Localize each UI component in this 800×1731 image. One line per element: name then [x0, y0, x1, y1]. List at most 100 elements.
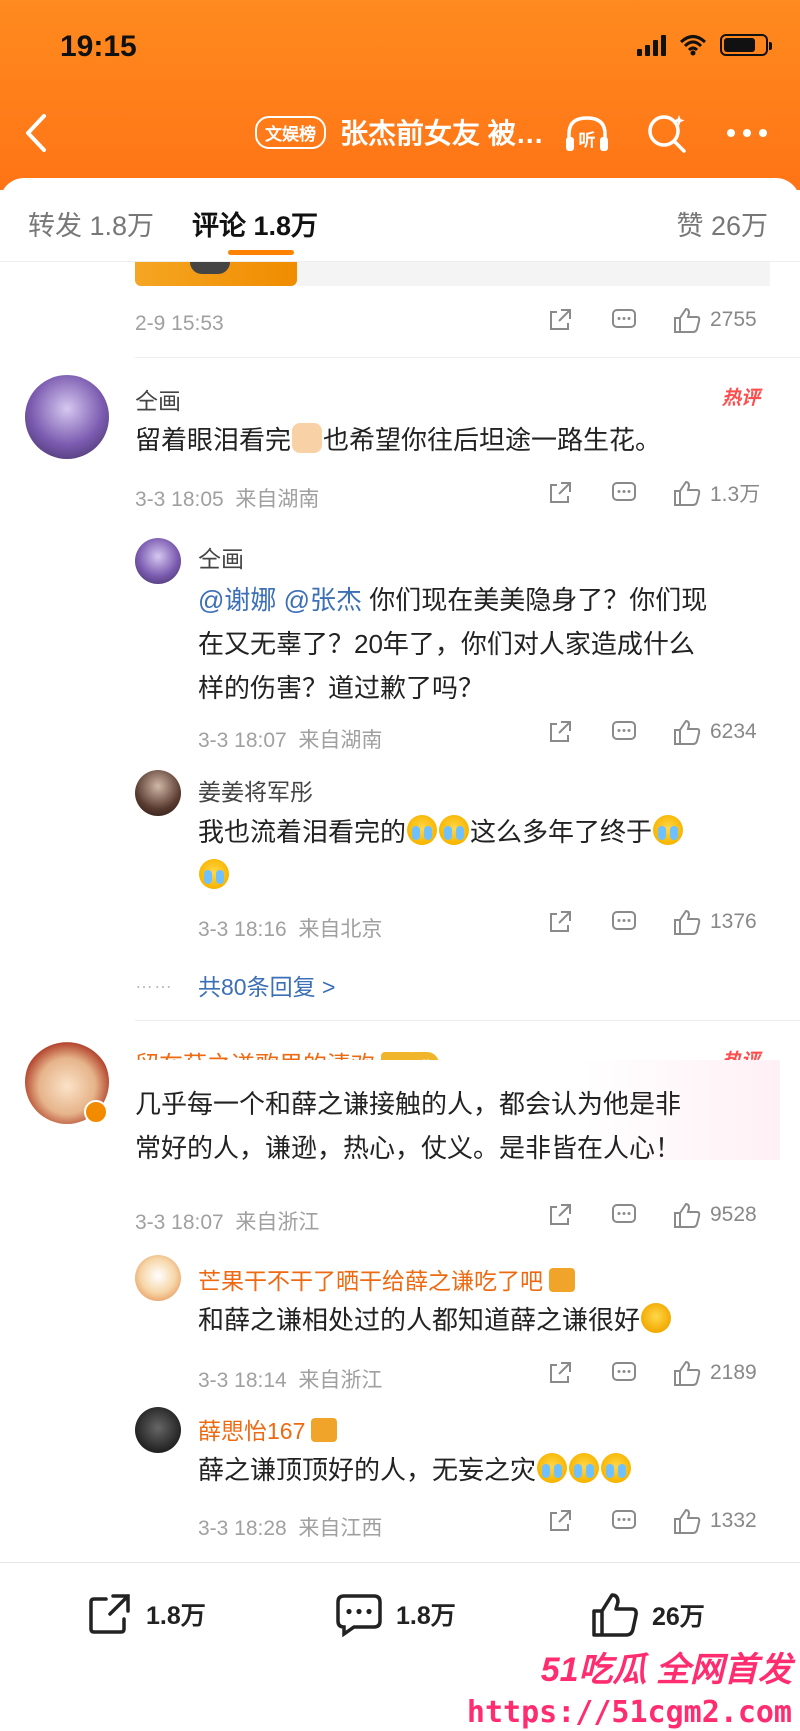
- like-button[interactable]: 6234: [672, 718, 757, 746]
- comment-icon[interactable]: [610, 479, 638, 507]
- bottom-forward-button[interactable]: 1.8万: [86, 1591, 206, 1637]
- status-icons: [637, 34, 772, 56]
- tab-comment[interactable]: 评论 1.8万: [192, 204, 318, 243]
- tab-like[interactable]: 赞 26万: [676, 204, 768, 243]
- crying-emoji-icon: [601, 1453, 632, 1483]
- reply-meta: 3-3 18:28 来自江西: [198, 1512, 382, 1542]
- thumbs-up-icon: [674, 1202, 701, 1228]
- reply-username[interactable]: 姜姜将军彤: [198, 773, 313, 807]
- like-button[interactable]: 1332: [672, 1507, 757, 1535]
- bottom-comment-count: 1.8万: [396, 1602, 456, 1630]
- mention-link[interactable]: @张杰: [284, 585, 362, 615]
- like-button[interactable]: 2189: [672, 1359, 757, 1387]
- more-replies-link[interactable]: 共80条回复 >: [198, 968, 335, 1002]
- headphones-icon: 听: [566, 116, 608, 151]
- comment-icon[interactable]: [610, 908, 638, 936]
- app-header: 19:15 文娱榜 张杰前女友 被… 听: [0, 0, 800, 190]
- reply-meta: 3-3 18:14 来自浙江: [198, 1364, 382, 1394]
- like-count: 1.3万: [710, 483, 761, 506]
- bottom-forward-count: 1.8万: [146, 1602, 206, 1630]
- reply-text: @谢娜 @张杰 你们现在美美隐身了？你们现 在又无辜了？20年了，你们对人家造成…: [198, 578, 778, 710]
- crying-emoji-icon: [439, 815, 470, 845]
- reply-actions: 6234: [546, 718, 757, 746]
- wifi-icon: [680, 35, 706, 56]
- avatar[interactable]: [135, 538, 181, 584]
- like-button[interactable]: 1376: [672, 908, 757, 936]
- reply-time: 3-3 18:07: [198, 729, 287, 752]
- comment-icon[interactable]: [610, 306, 638, 334]
- share-icon[interactable]: [546, 1201, 574, 1229]
- avatar[interactable]: [135, 1407, 181, 1453]
- comment-icon[interactable]: [610, 1359, 638, 1387]
- search-icon: [648, 115, 686, 153]
- thumbs-up-icon: [674, 480, 701, 506]
- pray-emoji-icon: [292, 423, 323, 453]
- tab-bar: 转发 1.8万 评论 1.8万 赞 26万: [0, 178, 800, 262]
- like-button[interactable]: 2755: [672, 306, 757, 334]
- comment-image[interactable]: [135, 262, 297, 286]
- share-icon[interactable]: [546, 1359, 574, 1387]
- reply-username[interactable]: 薛愳怡167: [198, 1412, 338, 1446]
- comment-actions: 1.3万: [546, 478, 760, 508]
- reply-username[interactable]: 芒果干不干了晒干给薛之谦吃了吧: [198, 1262, 575, 1296]
- comment-icon[interactable]: [610, 718, 638, 746]
- reply-location: 来自北京: [298, 918, 383, 941]
- reply-dots: ……: [135, 972, 173, 992]
- signal-icon: [637, 34, 666, 56]
- reply-text-line3: 样的伤害？道过歉了吗？: [198, 673, 485, 703]
- reply-text-line1: 我也流着泪看完的: [198, 817, 407, 847]
- like-count: 6234: [710, 720, 757, 743]
- share-icon[interactable]: [546, 306, 574, 334]
- share-icon[interactable]: [546, 1507, 574, 1535]
- comment-text-part1: 留着眼泪看完: [135, 425, 292, 455]
- comment-username[interactable]: 仝画: [135, 382, 181, 416]
- reply-actions: 2189: [546, 1359, 757, 1387]
- reply-location: 来自江西: [298, 1517, 383, 1540]
- comment-icon[interactable]: [610, 1201, 638, 1229]
- comment-meta: 3-3 18:07 来自浙江: [135, 1206, 319, 1236]
- comment-text: 几乎每一个和薛之谦接触的人，都会认为他是非 常好的人，谦逊，热心，仗义。是非皆在…: [135, 1082, 785, 1170]
- search-button[interactable]: [642, 110, 692, 156]
- nav-title: 张杰前女友 被…: [340, 118, 544, 149]
- share-icon[interactable]: [546, 479, 574, 507]
- back-arrow-icon[interactable]: [18, 108, 52, 158]
- share-icon[interactable]: [546, 718, 574, 746]
- battery-icon: [720, 34, 772, 56]
- nav-title-area: 文娱榜 张杰前女友 被…: [255, 112, 544, 152]
- avatar[interactable]: [135, 770, 181, 816]
- reply-username-text: 芒果干不干了晒干给薛之谦吃了吧: [198, 1268, 543, 1294]
- reply-username[interactable]: 仝画: [198, 540, 244, 574]
- thumbs-up-icon: [674, 1508, 701, 1534]
- reply-text: 我也流着泪看完的 这么多年了终于: [198, 810, 778, 898]
- reply-text-line1: 薛之谦顶顶好的人，无妄之灾: [198, 1455, 537, 1485]
- mention-link[interactable]: @谢娜: [198, 585, 276, 615]
- like-button[interactable]: 1.3万: [672, 478, 760, 508]
- listen-button[interactable]: 听: [562, 110, 612, 156]
- more-button[interactable]: [722, 110, 772, 156]
- like-count: 2189: [710, 1361, 757, 1384]
- comment-time: 2-9 15:53: [135, 312, 224, 335]
- bottom-comment-button[interactable]: 1.8万: [334, 1591, 456, 1637]
- reply-meta: 3-3 18:07 来自湖南: [198, 724, 382, 754]
- comment-icon[interactable]: [610, 1507, 638, 1535]
- reply-actions: 1332: [546, 1507, 757, 1535]
- reply-text-line1: 和薛之谦相处过的人都知道薛之谦很好: [198, 1305, 641, 1335]
- share-icon[interactable]: [546, 908, 574, 936]
- share-icon: [89, 1594, 130, 1634]
- topic-tag[interactable]: 文娱榜: [255, 115, 326, 149]
- comment-location: 来自浙江: [235, 1211, 320, 1234]
- reply-username-text: 薛愳怡167: [198, 1418, 306, 1444]
- crying-emoji-icon: [537, 1453, 568, 1483]
- like-count: 1332: [710, 1509, 757, 1532]
- avatar[interactable]: [25, 375, 109, 459]
- reply-text: 和薛之谦相处过的人都知道薛之谦很好: [198, 1298, 672, 1342]
- watermark-line1: 51吃瓜 全网首发: [540, 1651, 792, 1689]
- avatar[interactable]: [135, 1255, 181, 1301]
- comment-time: 3-3 18:07: [135, 1211, 224, 1234]
- reply-time: 3-3 18:16: [198, 918, 287, 941]
- comment-time: 3-3 18:05: [135, 488, 224, 511]
- tab-forward[interactable]: 转发 1.8万: [28, 204, 154, 243]
- divider: [135, 1020, 800, 1021]
- like-button[interactable]: 9528: [672, 1201, 757, 1229]
- bottom-like-button[interactable]: 26万: [590, 1591, 705, 1639]
